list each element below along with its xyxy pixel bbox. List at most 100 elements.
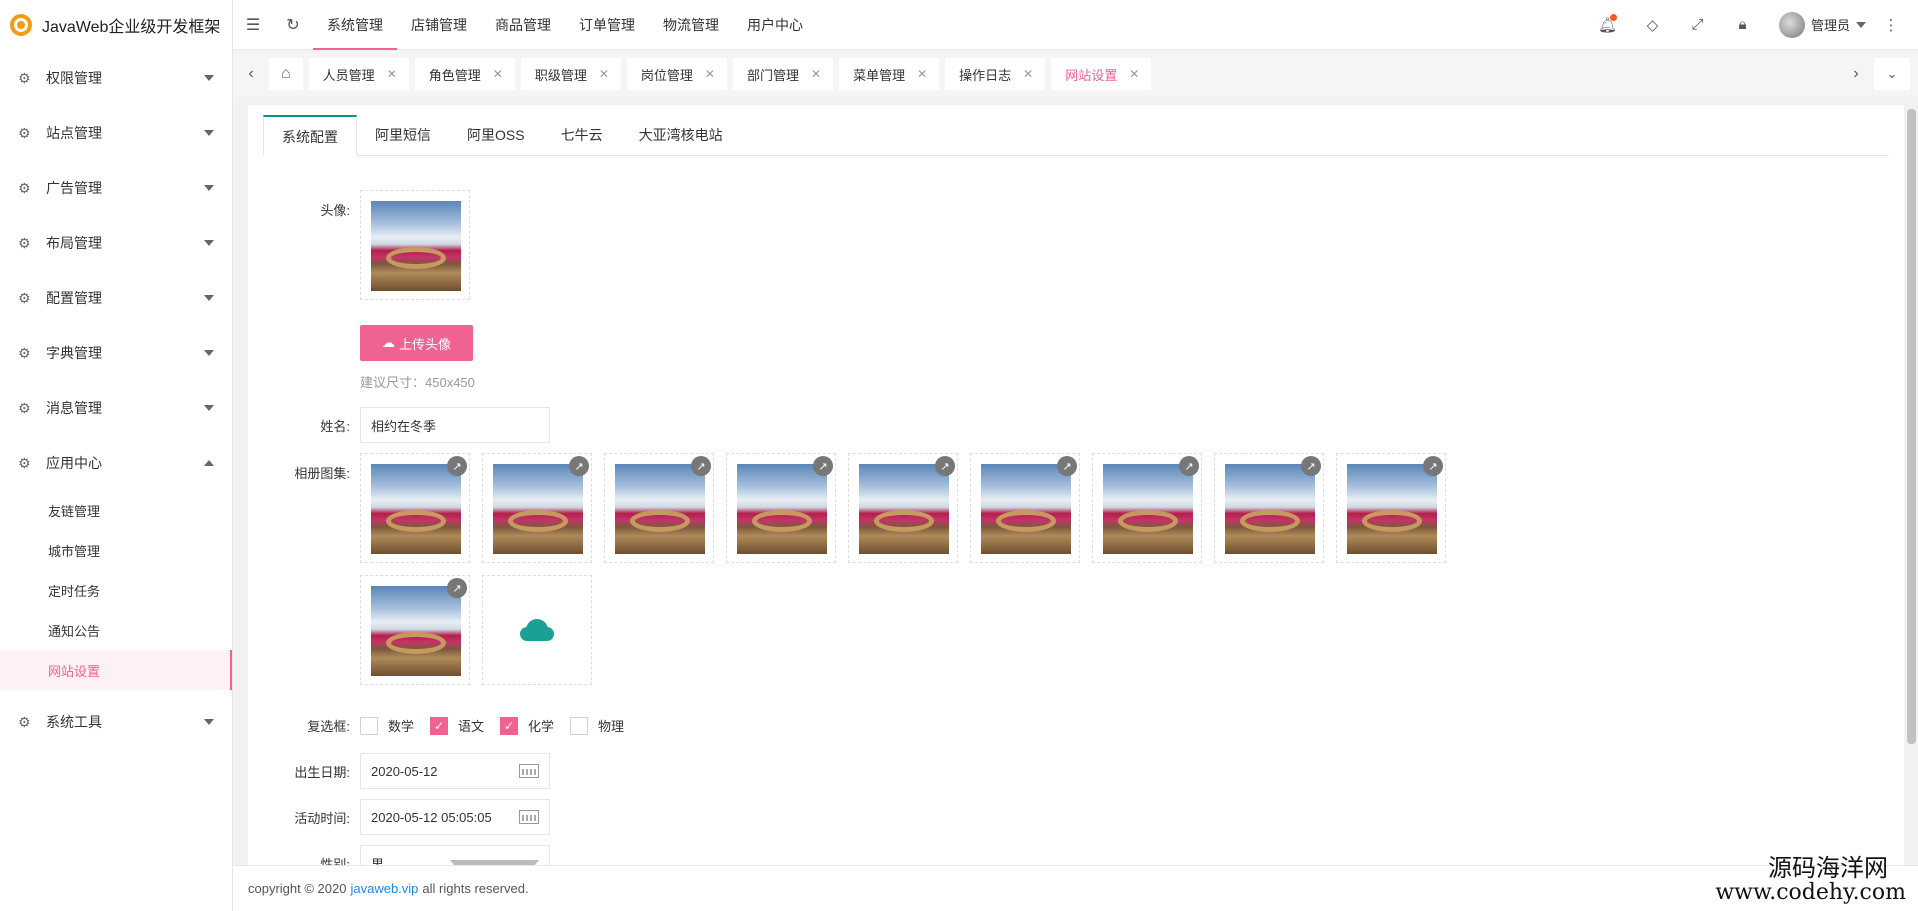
activity-time-input[interactable]: 2020-05-12 05:05:05	[360, 799, 550, 835]
top-nav-item[interactable]: 用户中心	[733, 0, 817, 50]
sidebar-item[interactable]: ⚙ 权限管理	[0, 50, 232, 105]
album-image[interactable]: ↗	[848, 453, 958, 563]
page-tab[interactable]: 网站设置 ✕	[1051, 58, 1152, 90]
fullscreen-icon[interactable]: ⤢	[1675, 0, 1720, 50]
sidebar-item[interactable]: ⚙ 字典管理	[0, 325, 232, 380]
checkbox-box[interactable]	[360, 716, 378, 735]
close-icon[interactable]: ✕	[1129, 67, 1139, 81]
sidebar-subitem[interactable]: 城市管理	[0, 530, 232, 570]
close-icon[interactable]: ✕	[387, 67, 397, 81]
notification-dot	[1609, 13, 1617, 21]
sidebar-item[interactable]: ⚙ 布局管理	[0, 215, 232, 270]
footer-link[interactable]: javaweb.vip	[350, 881, 418, 896]
settings-tab[interactable]: 大亚湾核电站	[621, 115, 741, 155]
album-image[interactable]: ↗	[604, 453, 714, 563]
sidebar-item[interactable]: ⚙ 站点管理	[0, 105, 232, 160]
gear-icon: ⚙	[18, 179, 31, 196]
album-image[interactable]: ↗	[1092, 453, 1202, 563]
tab-next-icon[interactable]: ›	[1838, 51, 1874, 97]
album-image[interactable]: ↗	[1336, 453, 1446, 563]
settings-tab[interactable]: 系统配置	[263, 115, 357, 156]
tab-prev-icon[interactable]: ‹	[233, 51, 269, 97]
expand-icon[interactable]: ↗	[1301, 456, 1321, 476]
top-nav-item[interactable]: 商品管理	[481, 0, 565, 50]
expand-icon[interactable]: ↗	[1179, 456, 1199, 476]
album-image[interactable]: ↗	[360, 453, 470, 563]
close-icon[interactable]: ✕	[599, 67, 609, 81]
top-nav-item[interactable]: 店铺管理	[397, 0, 481, 50]
page-tab[interactable]: 菜单管理 ✕	[839, 58, 940, 90]
page-tab[interactable]: 操作日志 ✕	[945, 58, 1046, 90]
menu-collapse-icon[interactable]: ☰	[233, 0, 273, 50]
activity-value: 2020-05-12 05:05:05	[371, 809, 492, 825]
checkbox-box[interactable]: ✓	[500, 716, 519, 735]
birthday-label: 出生日期:	[294, 764, 350, 780]
name-input[interactable]	[360, 407, 550, 443]
expand-icon[interactable]: ↗	[813, 456, 833, 476]
tag-icon[interactable]: ◇	[1630, 0, 1675, 50]
user-name: 管理员	[1810, 18, 1850, 33]
page-tab[interactable]: 岗位管理 ✕	[626, 58, 727, 90]
sidebar: JavaWeb企业级开发框架 ⚙ 权限管理 ⚙ 站点管理 ⚙ 广告管理 ⚙ 布局管理 ⚙ 配置管理…	[0, 0, 233, 911]
scroll-thumb[interactable]	[1907, 109, 1916, 744]
expand-icon[interactable]: ↗	[1423, 456, 1443, 476]
refresh-icon[interactable]: ↻	[273, 0, 313, 50]
gender-select[interactable]: 男	[360, 845, 550, 865]
lock-icon[interactable]: 🔒︎	[1720, 0, 1765, 50]
checkbox-3[interactable]: 物理	[570, 716, 624, 735]
sidebar-subitem[interactable]: 通知公告	[0, 610, 232, 650]
more-icon[interactable]: ⋮	[1876, 0, 1906, 50]
album-image[interactable]: ↗	[726, 453, 836, 563]
page-tab[interactable]: 角色管理 ✕	[414, 58, 515, 90]
expand-icon[interactable]: ↗	[935, 456, 955, 476]
sidebar-subitem[interactable]: 定时任务	[0, 570, 232, 610]
close-icon[interactable]: ✕	[493, 67, 503, 81]
birthday-input[interactable]: 2020-05-12	[360, 753, 550, 789]
settings-tab[interactable]: 阿里OSS	[449, 115, 543, 155]
top-nav-item[interactable]: 系统管理	[313, 0, 397, 50]
album-image[interactable]: ↗	[360, 575, 470, 685]
close-icon[interactable]: ✕	[811, 67, 821, 81]
page-tab-label: 操作日志	[959, 67, 1012, 83]
album-image[interactable]: ↗	[970, 453, 1080, 563]
home-tab[interactable]: ⌂	[269, 58, 303, 90]
settings-tab[interactable]: 七牛云	[543, 115, 621, 155]
tab-menu-dropdown[interactable]: ⌄	[1874, 58, 1910, 90]
close-icon[interactable]: ✕	[705, 67, 715, 81]
expand-icon[interactable]: ↗	[447, 578, 467, 598]
content-scrollbar[interactable]	[1905, 105, 1918, 865]
expand-icon[interactable]: ↗	[569, 456, 589, 476]
close-icon[interactable]: ✕	[917, 67, 927, 81]
page-tab[interactable]: 职级管理 ✕	[520, 58, 621, 90]
sidebar-item[interactable]: ⚙ 广告管理	[0, 160, 232, 215]
expand-icon[interactable]: ↗	[1057, 456, 1077, 476]
checkbox-0[interactable]: 数学	[360, 716, 414, 735]
checkbox-box[interactable]	[570, 716, 589, 735]
checkbox-2[interactable]: ✓ 化学	[500, 716, 554, 735]
sidebar-item[interactable]: ⚙ 系统工具	[0, 694, 232, 749]
expand-icon[interactable]: ↗	[691, 456, 711, 476]
top-nav-item[interactable]: 物流管理	[649, 0, 733, 50]
page-tab[interactable]: 部门管理 ✕	[732, 58, 834, 90]
album-upload-button[interactable]	[482, 575, 592, 685]
checkbox-1[interactable]: ✓ 语文	[430, 716, 484, 735]
upload-avatar-button[interactable]: ☁ 上传头像	[360, 325, 473, 361]
gear-icon: ⚙	[18, 399, 31, 416]
sidebar-item[interactable]: ⚙ 配置管理	[0, 270, 232, 325]
logo[interactable]: JavaWeb企业级开发框架	[0, 0, 232, 50]
avatar-preview	[360, 190, 470, 300]
bell-icon[interactable]: 🔔︎	[1585, 0, 1630, 50]
settings-tab[interactable]: 阿里短信	[357, 115, 449, 155]
sidebar-subitem[interactable]: 网站设置	[0, 650, 232, 690]
top-nav-item[interactable]: 订单管理	[565, 0, 649, 50]
album-image[interactable]: ↗	[482, 453, 592, 563]
checkbox-box[interactable]: ✓	[430, 716, 449, 735]
expand-icon[interactable]: ↗	[447, 456, 467, 476]
page-tab[interactable]: 人员管理 ✕	[308, 58, 409, 90]
sidebar-subitem[interactable]: 友链管理	[0, 490, 232, 530]
close-icon[interactable]: ✕	[1023, 67, 1033, 81]
user-menu[interactable]: 管理员	[1765, 0, 1876, 50]
album-image[interactable]: ↗	[1214, 453, 1324, 563]
sidebar-item[interactable]: ⚙ 应用中心	[0, 435, 232, 490]
sidebar-item[interactable]: ⚙ 消息管理	[0, 380, 232, 435]
